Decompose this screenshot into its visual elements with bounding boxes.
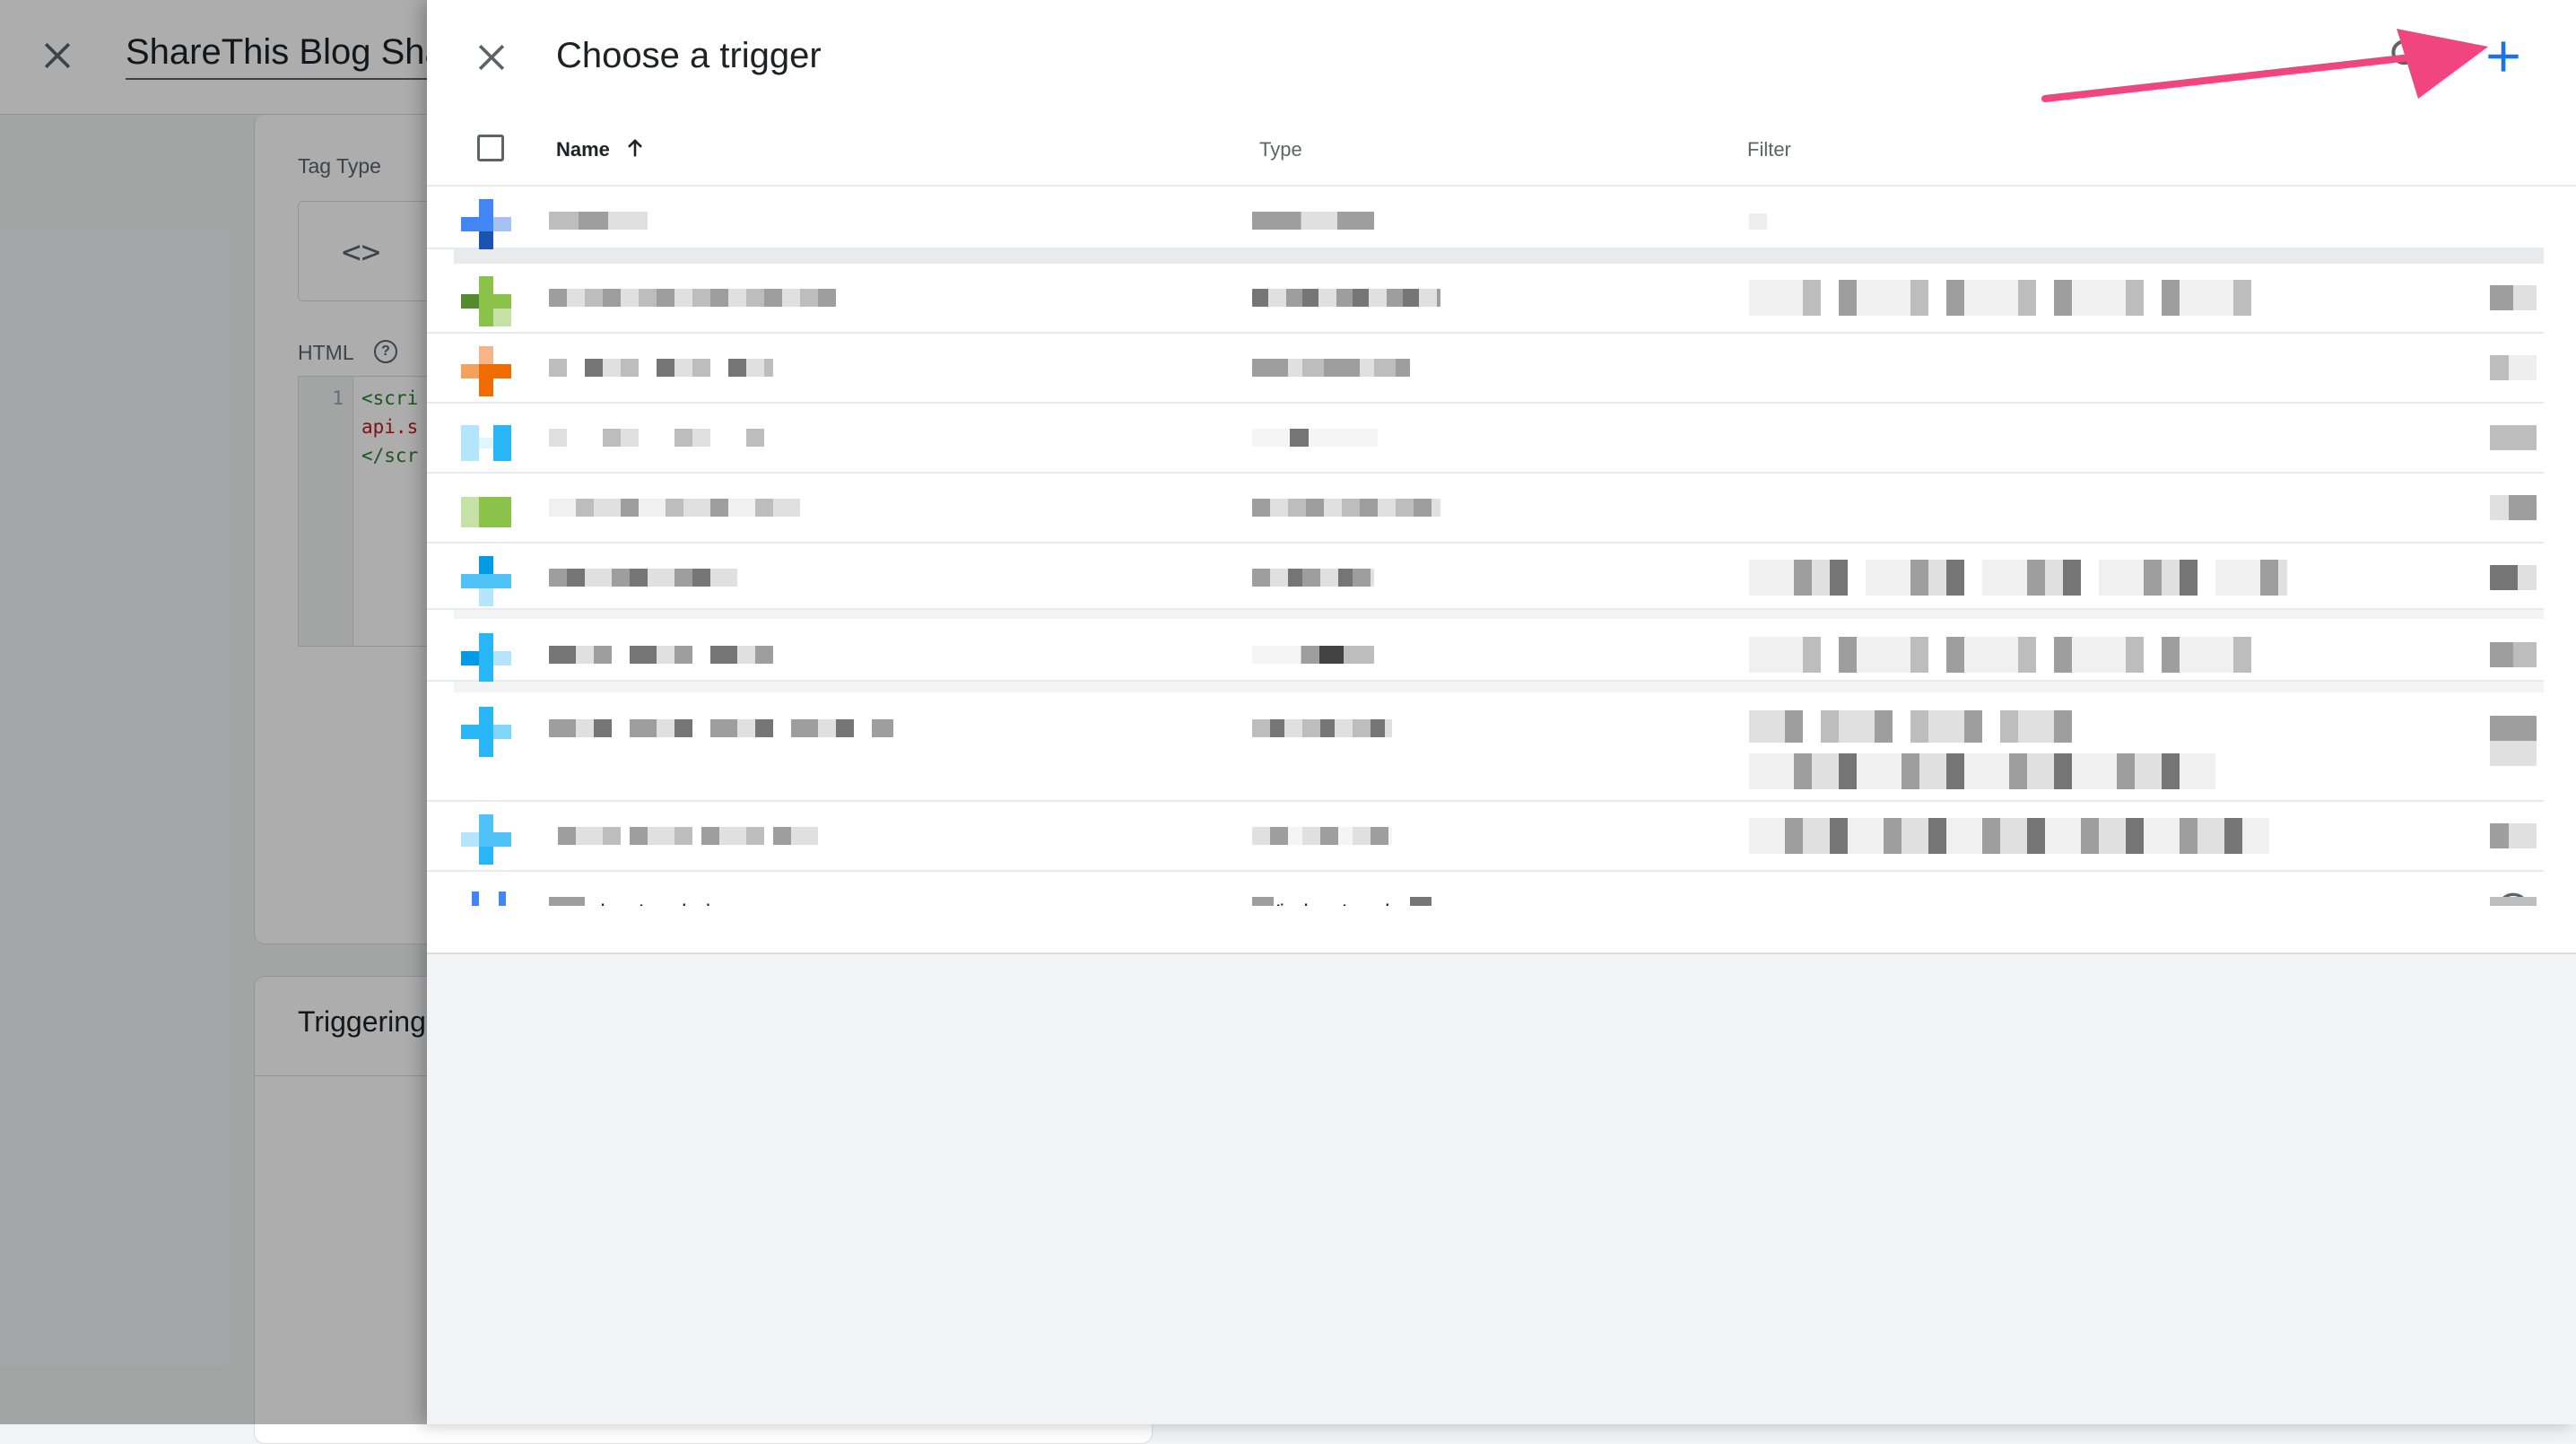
row-divider	[454, 682, 2544, 692]
trigger-type-icon	[461, 814, 511, 865]
redacted-type	[1252, 289, 1440, 307]
redacted-name	[549, 646, 773, 664]
column-header-type[interactable]: Type	[1259, 138, 1302, 161]
trigger-type-icon	[461, 707, 511, 757]
trigger-row[interactable]	[427, 544, 2544, 610]
redacted-name	[549, 212, 648, 230]
select-all-checkbox[interactable]	[477, 135, 504, 161]
trigger-type-icon	[461, 556, 511, 606]
trigger-type-icon	[461, 199, 511, 249]
redacted-name	[549, 499, 800, 517]
choose-trigger-panel: Choose a trigger Name Type Filter	[427, 0, 2576, 1424]
redacted-filter	[1749, 280, 2269, 316]
arrow-up-icon[interactable]	[622, 135, 648, 161]
column-header-filter: Filter	[1747, 138, 1791, 161]
redacted-type	[1252, 719, 1392, 737]
trigger-type-icon	[461, 425, 511, 461]
search-icon[interactable]	[2388, 36, 2427, 75]
redacted-filter	[1749, 818, 2269, 854]
redacted-filter	[1749, 213, 1767, 230]
redacted-filter	[1749, 637, 2269, 673]
redacted-filter	[1749, 560, 2287, 596]
trigger-row[interactable]	[427, 694, 2544, 802]
trigger-type-icon	[461, 276, 511, 326]
trigger-row[interactable]	[427, 187, 2544, 249]
redacted-filter	[1749, 753, 2215, 789]
column-header-name[interactable]: Name	[556, 138, 610, 161]
redacted-name	[549, 827, 818, 845]
redacted-action	[2490, 823, 2537, 848]
trigger-type-icon	[461, 497, 511, 527]
trigger-row[interactable]	[427, 334, 2544, 404]
redacted-action	[2490, 642, 2537, 667]
trigger-list-area: Choose a trigger Name Type Filter	[427, 0, 2576, 954]
redacted-action	[2490, 495, 2537, 520]
trigger-row[interactable]	[427, 264, 2544, 334]
trigger-row[interactable]	[427, 474, 2544, 544]
trigger-row[interactable]	[427, 802, 2544, 872]
redacted-type	[1252, 499, 1440, 517]
list-scroll-edge	[427, 906, 2576, 951]
redacted-name	[549, 569, 737, 587]
trigger-type-icon	[461, 633, 511, 683]
redacted-type	[1252, 359, 1410, 377]
redacted-filter	[1749, 710, 2072, 743]
redacted-action	[2490, 285, 2537, 310]
redacted-type	[1252, 569, 1374, 587]
redacted-action	[2490, 716, 2537, 766]
redacted-action	[2490, 355, 2537, 380]
redacted-name	[549, 719, 893, 737]
redacted-type	[1252, 212, 1374, 230]
redacted-action	[2490, 565, 2537, 590]
redacted-name	[549, 289, 836, 307]
redacted-type	[1252, 646, 1374, 664]
redacted-type	[1252, 827, 1392, 845]
row-divider	[454, 249, 2544, 264]
trigger-row[interactable]	[427, 404, 2544, 474]
redacted-name	[549, 359, 773, 377]
redacted-name	[549, 429, 764, 447]
plus-icon[interactable]	[2481, 34, 2526, 79]
row-divider	[454, 610, 2544, 619]
redacted-action	[2490, 425, 2537, 450]
redacted-type	[1252, 429, 1378, 447]
trigger-row[interactable]	[427, 621, 2544, 683]
trigger-type-icon	[461, 346, 511, 396]
panel-title: Choose a trigger	[556, 36, 822, 75]
close-icon[interactable]	[472, 38, 511, 77]
trigger-table-header: Name Type Filter	[427, 115, 2576, 187]
